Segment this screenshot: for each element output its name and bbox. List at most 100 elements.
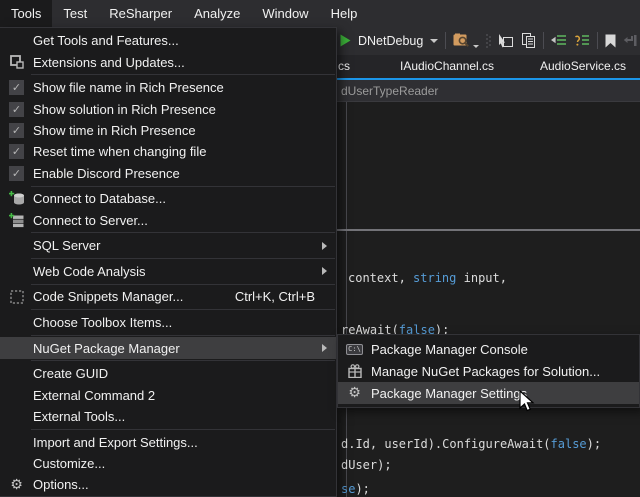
chevron-down-icon[interactable]	[473, 45, 479, 48]
menu-item-enable-discord-presence[interactable]: ✓Enable Discord Presence	[0, 163, 336, 184]
menu-item-reset-time-when-changing-file[interactable]: ✓Reset time when changing file	[0, 141, 336, 162]
code-token: );	[355, 482, 369, 496]
menu-item-nuget-package-manager[interactable]: NuGet Package Manager	[0, 337, 336, 358]
menu-item-connect-to-server[interactable]: Connect to Server...	[0, 210, 336, 231]
menu-item-customize[interactable]: Customize...	[0, 453, 336, 474]
menu-item-show-time-in-rich-presence[interactable]: ✓Show time in Rich Presence	[0, 120, 336, 141]
chevron-down-icon[interactable]	[430, 39, 438, 43]
mouse-cursor	[519, 390, 537, 414]
navigate-to-button[interactable]	[498, 34, 514, 48]
question-lines-icon	[574, 34, 590, 47]
checkmark-icon: ✓	[0, 123, 33, 138]
menubar-item-tools[interactable]: Tools	[0, 0, 52, 27]
format-lines-icon	[551, 34, 567, 47]
menu-item-connect-to-database[interactable]: Connect to Database...	[0, 188, 336, 209]
menu-item-label: Choose Toolbox Items...	[33, 315, 172, 330]
menu-item-label: Import and Export Settings...	[33, 435, 198, 450]
tab-audioservice[interactable]: AudioService.cs	[540, 55, 626, 78]
menubar-item-analyze[interactable]: Analyze	[183, 0, 251, 27]
submenu-arrow-icon	[322, 344, 327, 352]
menu-item-label: Reset time when changing file	[33, 144, 206, 159]
submenu-item-package-manager-console[interactable]: C:\Package Manager Console	[338, 338, 639, 360]
breadcrumb[interactable]: dUserTypeReader	[337, 80, 640, 102]
debug-target-label[interactable]: DNetDebug	[358, 34, 423, 48]
toolbar-separator	[445, 32, 446, 49]
code-token: string	[413, 271, 456, 285]
menu-item-label: Connect to Database...	[33, 191, 166, 206]
submenu-item-package-manager-settings[interactable]: ⚙Package Manager Settings	[338, 382, 639, 404]
menu-item-choose-toolbox-items[interactable]: Choose Toolbox Items...	[0, 312, 336, 333]
code-token: se	[341, 482, 355, 496]
play-icon	[340, 34, 351, 47]
menu-item-web-code-analysis[interactable]: Web Code Analysis	[0, 261, 336, 282]
menubar-item-test[interactable]: Test	[52, 0, 98, 27]
menu-item-external-command-2[interactable]: External Command 2	[0, 384, 336, 405]
menu-item-label: Show file name in Rich Presence	[33, 80, 224, 95]
menu-separator	[31, 429, 335, 430]
menu-item-get-tools-and-features[interactable]: Get Tools and Features...	[0, 30, 336, 51]
menu-item-label: Create GUID	[33, 366, 108, 381]
tab-iaudiochannel[interactable]: IAudioChannel.cs	[400, 55, 494, 78]
standard-toolbar: DNetDebug	[338, 26, 640, 55]
menu-separator	[31, 335, 335, 336]
bookmark-button[interactable]	[605, 34, 616, 48]
submenu-item-manage-nuget-packages-for-solution[interactable]: Manage NuGet Packages for Solution...	[338, 360, 639, 382]
menu-item-show-solution-in-rich-presence[interactable]: ✓Show solution in Rich Presence	[0, 98, 336, 119]
find-in-files-icon	[453, 33, 470, 48]
menu-separator	[31, 232, 335, 233]
code-line: context, string input,	[348, 271, 507, 285]
editor-splitter[interactable]	[337, 229, 640, 231]
menu-item-label: Enable Discord Presence	[33, 166, 180, 181]
code-token: context,	[348, 271, 413, 285]
code-line: dUser);	[341, 458, 392, 472]
code-editor[interactable]: context, string input,reAwait(false);d.I…	[337, 102, 640, 497]
submenu-arrow-icon	[322, 267, 327, 275]
menu-item-external-tools[interactable]: External Tools...	[0, 406, 336, 427]
previous-bookmark-button[interactable]	[623, 34, 637, 47]
bookmark-icon	[605, 34, 616, 48]
menu-item-label: SQL Server	[33, 238, 100, 253]
menubar-item-window[interactable]: Window	[251, 0, 319, 27]
menubar-item-help[interactable]: Help	[320, 0, 369, 27]
menu-item-show-file-name-in-rich-presence[interactable]: ✓Show file name in Rich Presence	[0, 77, 336, 98]
menu-item-code-snippets-manager[interactable]: Code Snippets Manager...Ctrl+K, Ctrl+B	[0, 286, 336, 307]
menubar-item-resharper[interactable]: ReSharper	[98, 0, 183, 27]
server-icon	[0, 213, 33, 228]
menu-separator	[31, 74, 335, 75]
checkmark-icon: ✓	[0, 80, 33, 95]
toolbar-separator	[543, 32, 544, 49]
toolbar-separator	[597, 32, 598, 49]
menu-item-label: Code Snippets Manager...	[33, 289, 183, 304]
tab-partial[interactable]: cs	[338, 55, 350, 78]
menu-separator	[31, 360, 335, 361]
format-help-button[interactable]	[574, 34, 590, 47]
menu-separator	[31, 186, 335, 187]
toolbar-grip[interactable]	[486, 33, 491, 49]
menu-separator	[31, 258, 335, 259]
menu-item-sql-server[interactable]: SQL Server	[0, 235, 336, 256]
menu-item-label: NuGet Package Manager	[33, 341, 180, 356]
gear-icon: ⚙	[338, 386, 371, 400]
database-icon	[0, 191, 33, 206]
menu-item-label: Connect to Server...	[33, 213, 148, 228]
editor-tab-bar: cs IAudioChannel.cs AudioService.cs	[337, 55, 640, 78]
document-outline-button[interactable]	[521, 33, 536, 48]
code-token: input,	[456, 271, 507, 285]
find-in-files-button[interactable]	[453, 33, 470, 48]
code-token: dUser);	[341, 458, 392, 472]
menu-item-create-guid[interactable]: Create GUID	[0, 363, 336, 384]
previous-bookmark-icon	[623, 34, 637, 47]
menu-bar: Tools Test ReSharper Analyze Window Help	[0, 0, 368, 27]
code-token: );	[587, 437, 601, 451]
tools-menu: Get Tools and Features...Extensions and …	[0, 27, 337, 497]
menu-item-import-and-export-settings[interactable]: Import and Export Settings...	[0, 431, 336, 452]
start-debug-button[interactable]	[340, 34, 351, 47]
menu-item-label: External Command 2	[33, 388, 155, 403]
code-line: d.Id, userId).ConfigureAwait(false);	[341, 437, 601, 451]
menu-item-options[interactable]: ⚙Options...	[0, 474, 336, 495]
grip-dots-icon	[486, 33, 491, 49]
menu-item-label: Web Code Analysis	[33, 264, 146, 279]
menu-item-label: Show time in Rich Presence	[33, 123, 196, 138]
menu-item-extensions-and-updates[interactable]: Extensions and Updates...	[0, 51, 336, 72]
format-lines-button[interactable]	[551, 34, 567, 47]
